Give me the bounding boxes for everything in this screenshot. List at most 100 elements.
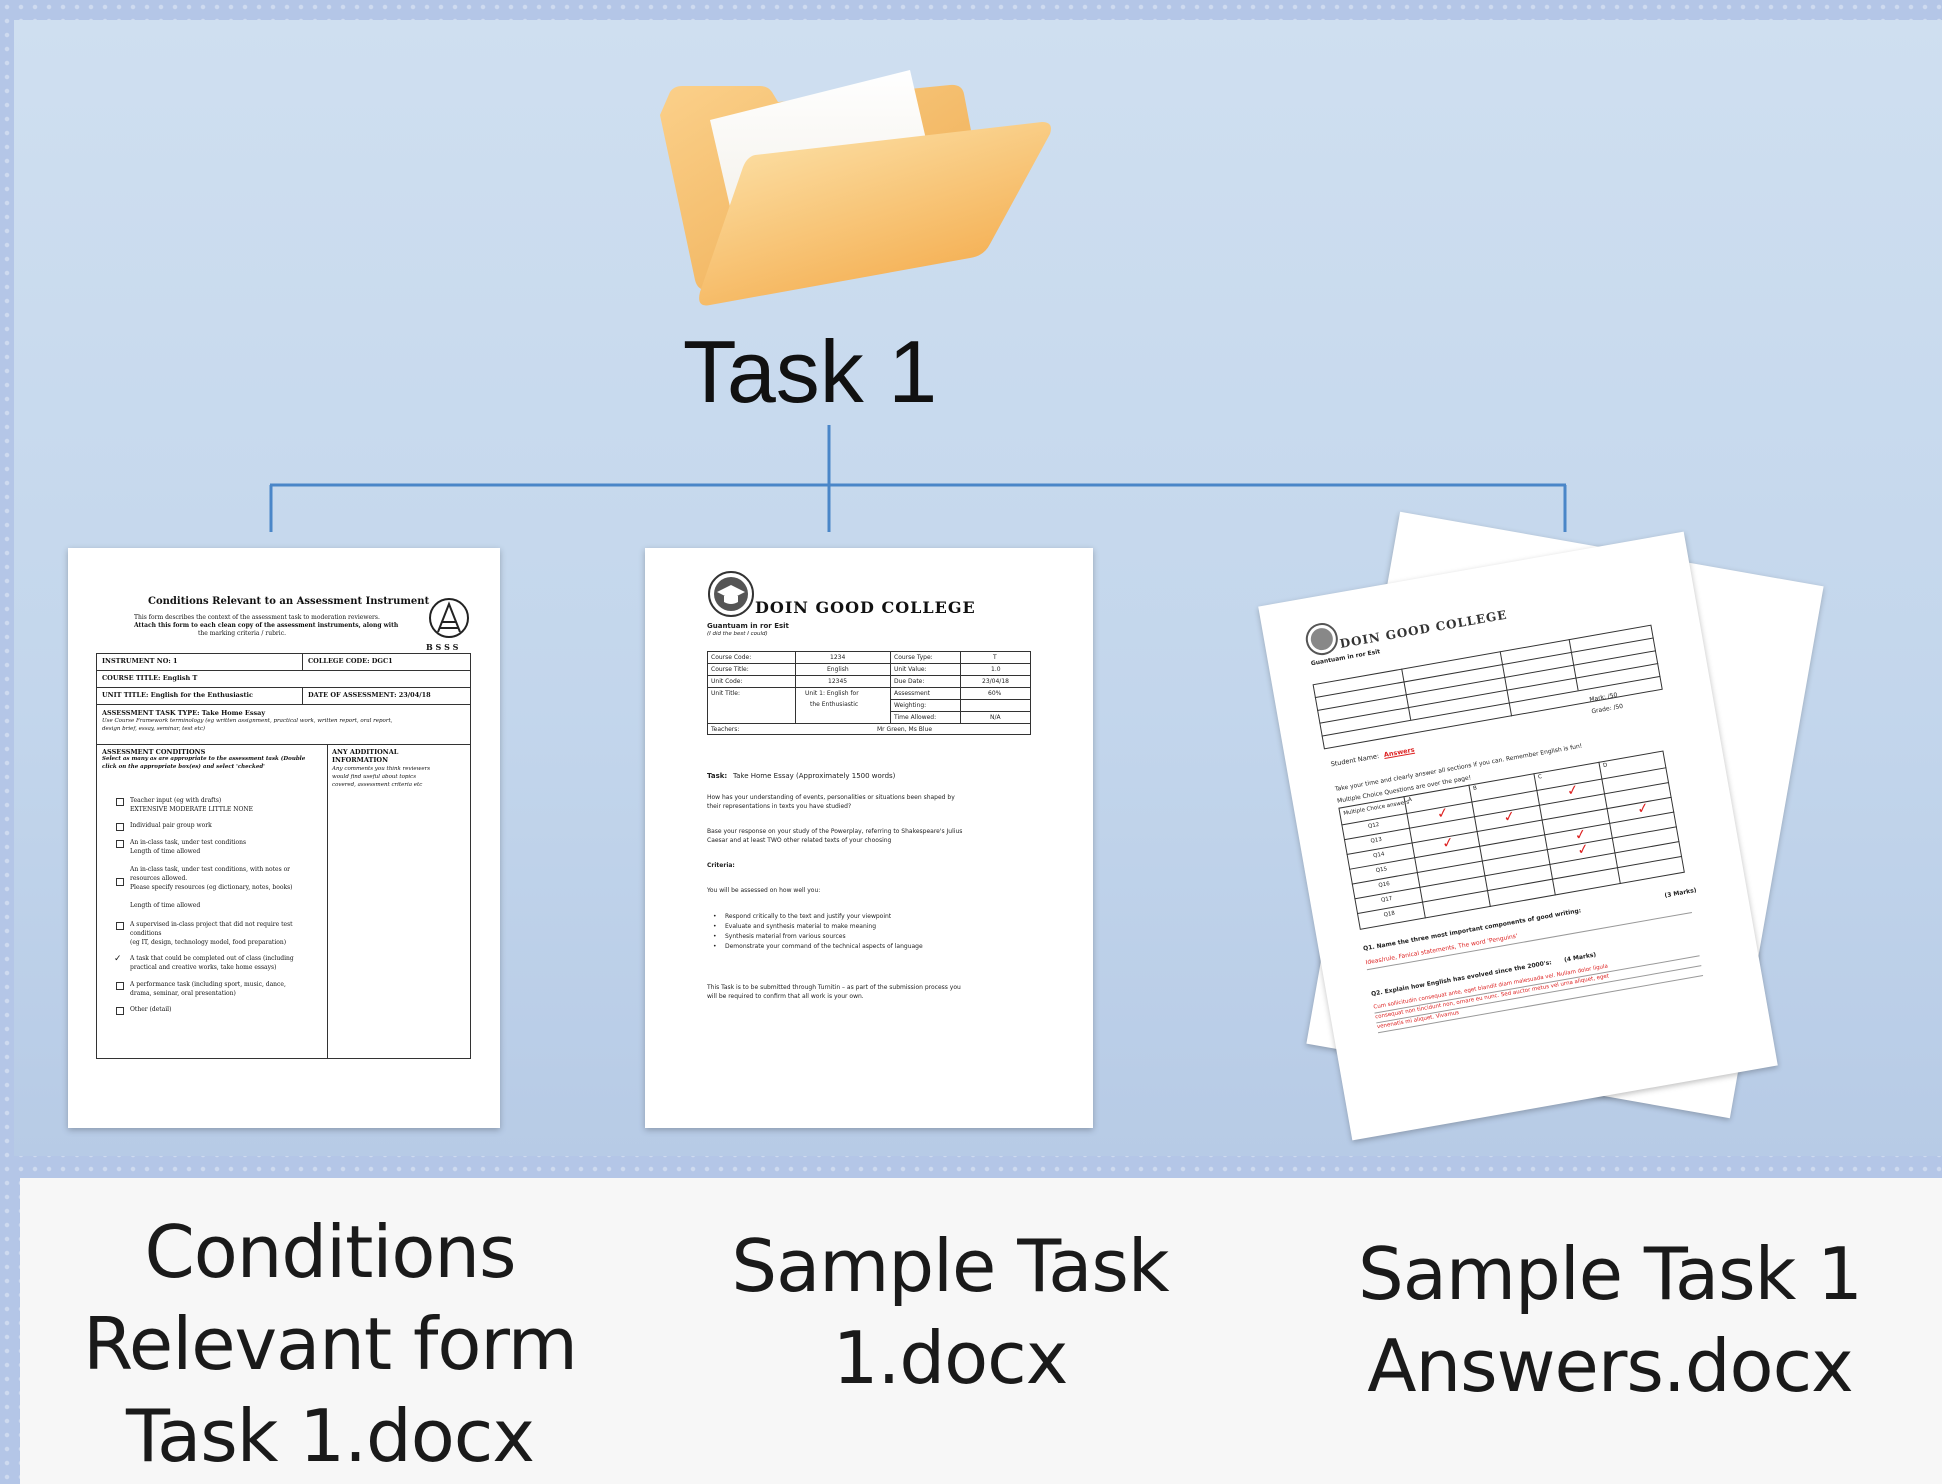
condition-item: Length of time allowed	[130, 848, 201, 855]
submit-note: will be required to confirm that all wor…	[707, 993, 864, 1000]
table-cell: 1234	[830, 654, 846, 661]
task-type-note: Use Course Framework terminology (eg wri…	[102, 718, 393, 724]
task-label: Task:	[707, 772, 728, 780]
additional-note: Any comments you think reviewers	[332, 766, 431, 772]
table-cell: 23/04/18	[982, 678, 1009, 685]
task-text: Take Home Essay (Approximately 1500 word…	[733, 772, 896, 780]
condition-item: Individual pair group work	[130, 822, 212, 829]
college-name: DOIN GOOD COLLEGE	[755, 598, 976, 617]
file-label-conditions-form[interactable]: Conditions Relevant form Task 1.docx	[70, 1206, 590, 1482]
table-cell: Course Title:	[711, 666, 749, 673]
condition-item: Length of time allowed	[130, 902, 201, 909]
table-cell: Assessment	[894, 690, 930, 697]
student-name-label: Student Name:	[1330, 751, 1380, 769]
checkmark-icon: ✓	[1565, 781, 1581, 800]
table-cell: Unit 1: English for	[805, 690, 859, 697]
checkmark-icon: ✓	[1502, 808, 1517, 827]
task-base: Base your response on your study of the …	[707, 828, 963, 835]
file-label-line: Sample Task 1	[1358, 1232, 1863, 1316]
table-cell: Weighting:	[894, 702, 927, 709]
college-crest-icon	[1305, 623, 1338, 656]
conditions-note: Select as many as are appropriate to the…	[102, 756, 306, 762]
table-cell: Course Type:	[894, 654, 933, 661]
condition-item: An in-class task, under test conditions	[130, 839, 247, 846]
course-title: COURSE TITLE: English T	[102, 674, 198, 682]
additional-note: covered, assessment criteria etc	[332, 782, 423, 788]
task-type-note: design brief, essay, seminar, test etc)	[102, 726, 206, 732]
criteria-item: Evaluate and synthesis material to make …	[725, 923, 877, 930]
root-label: Task 1	[682, 322, 938, 421]
document-preview-sample-task[interactable]: DOIN GOOD COLLEGE Guantuam in ror Esit (…	[645, 548, 1093, 1128]
bullet-icon: •	[713, 943, 717, 950]
condition-item: An in-class task, under test conditions,…	[130, 866, 291, 873]
condition-item: conditions	[130, 930, 162, 937]
condition-item: A performance task (including sport, mus…	[130, 981, 286, 988]
file-label-line: Answers.docx	[1367, 1324, 1854, 1408]
doc-subtitle-note: (I did the best I could)	[707, 631, 768, 637]
checkmark-icon: ✓	[114, 954, 122, 964]
college-crest-icon	[708, 571, 754, 617]
question-2-marks: (4 Marks)	[1563, 951, 1597, 964]
student-name-value: Answers	[1383, 745, 1416, 759]
logo-text: B S S S	[426, 642, 459, 652]
condition-item: Please specify resources (eg dictionary,…	[130, 884, 293, 891]
task-base: Caesar and at least TWO other related te…	[707, 837, 892, 844]
assessment-date: DATE OF ASSESSMENT: 23/04/18	[308, 691, 431, 699]
doc-intro-line: the marking criteria / rubric.	[198, 630, 286, 637]
table-cell: 60%	[988, 690, 1002, 697]
doc-intro-line: This form describes the context of the a…	[134, 614, 380, 621]
mc-col-header: B	[1472, 785, 1478, 793]
grade-field: Grade: /50	[1590, 702, 1624, 716]
table-cell: English	[827, 666, 849, 673]
bullet-icon: •	[713, 923, 717, 930]
table-cell: N/A	[990, 714, 1001, 721]
unit-title: UNIT TITLE: English for the Enthusiastic	[102, 691, 253, 699]
condition-item: A task that could be completed out of cl…	[130, 955, 294, 962]
file-label-line: Sample Task	[731, 1224, 1169, 1308]
table-cell: Due Date:	[894, 678, 925, 685]
condition-item: EXTENSIVE MODERATE LITTLE NONE	[130, 806, 253, 813]
file-label-sample-task[interactable]: Sample Task 1.docx	[690, 1220, 1210, 1404]
task-question: How has your understanding of events, pe…	[707, 794, 955, 801]
folder-icon[interactable]	[650, 30, 1055, 320]
table-cell: Teachers:	[711, 726, 740, 733]
criteria-intro: You will be assessed on how well you:	[707, 887, 821, 894]
doc-intro-line: Attach this form to each clean copy of t…	[134, 622, 399, 629]
bsss-logo-icon	[429, 598, 469, 638]
criteria-item: Synthesis material from various sources	[725, 933, 846, 940]
bullet-icon: •	[713, 933, 717, 940]
condition-item: drama, seminar, oral presentation)	[130, 990, 236, 997]
table-cell: Unit Code:	[711, 678, 743, 685]
mc-col-header: A	[1407, 796, 1413, 804]
document-preview-sample-answers[interactable]: DOIN GOOD COLLEGE Guantuam in ror Esit S…	[1258, 531, 1778, 1141]
checkmark-icon: ✓	[1435, 804, 1451, 823]
condition-item: A supervised in-class project that did n…	[130, 921, 293, 928]
mc-col-header: C	[1537, 773, 1543, 781]
task-question: their representations in texts you have …	[707, 803, 852, 810]
criteria-heading: Criteria:	[707, 862, 735, 869]
table-cell: the Enthusiastic	[810, 701, 859, 708]
doc-title: Conditions Relevant to an Assessment Ins…	[148, 596, 430, 607]
document-preview-conditions-form[interactable]: Conditions Relevant to an Assessment Ins…	[68, 548, 500, 1128]
submit-note: This Task is to be submitted through Tur…	[707, 984, 961, 991]
table-cell: Time Allowed:	[894, 714, 937, 721]
checkmark-icon: ✓	[1440, 834, 1456, 853]
condition-item: (eg IT, design, technology model, food p…	[130, 939, 287, 946]
file-label-line: Task 1.docx	[126, 1394, 535, 1478]
condition-item: resources allowed.	[130, 875, 188, 882]
task-type: ASSESSMENT TASK TYPE: Take Home Essay	[102, 709, 266, 717]
file-label-line: 1.docx	[832, 1316, 1069, 1400]
file-label-line: Conditions	[144, 1210, 516, 1294]
criteria-item: Respond critically to the text and justi…	[725, 913, 892, 920]
question-1-marks: (3 Marks)	[1664, 886, 1698, 900]
instrument-no: INSTRUMENT NO: 1	[102, 657, 178, 665]
file-label-sample-answers[interactable]: Sample Task 1 Answers.docx	[1350, 1228, 1870, 1412]
criteria-item: Demonstrate your command of the technica…	[725, 943, 923, 950]
checkmark-icon: ✓	[1576, 840, 1591, 859]
bullet-icon: •	[713, 913, 717, 920]
additional-heading: ANY ADDITIONAL	[332, 748, 399, 756]
table-cell: 12345	[828, 678, 848, 685]
condition-item: Other (detail)	[130, 1006, 172, 1013]
condition-item: practical and creative works, take home …	[130, 964, 277, 971]
mc-col-header: D	[1602, 762, 1608, 770]
